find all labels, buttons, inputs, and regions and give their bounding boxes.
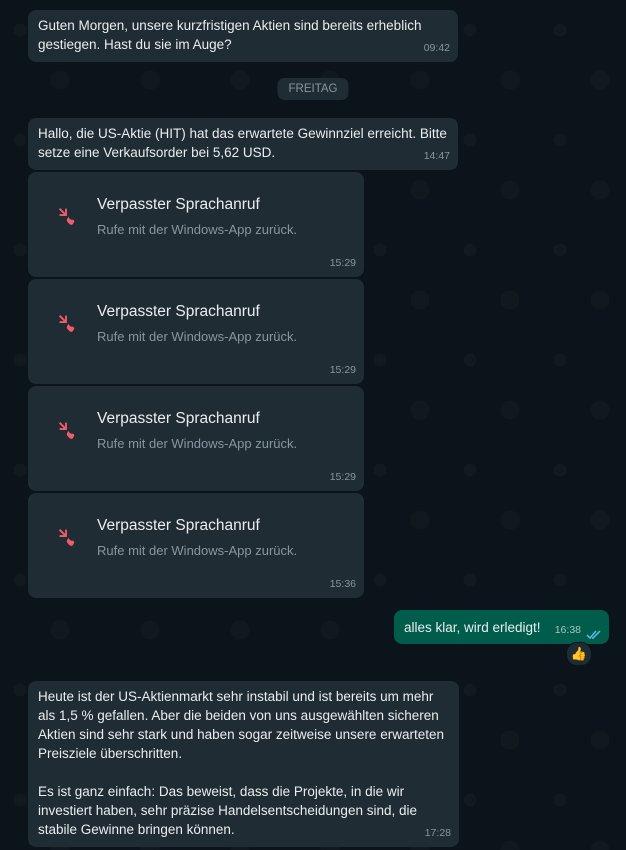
missed-call-card[interactable]: Verpasster Sprachanruf Rufe mit der Wind… bbox=[28, 172, 364, 277]
missed-call-card[interactable]: Verpasster Sprachanruf Rufe mit der Wind… bbox=[28, 279, 364, 384]
missed-call-card[interactable]: Verpasster Sprachanruf Rufe mit der Wind… bbox=[28, 493, 364, 598]
day-separator: FREITAG bbox=[277, 78, 349, 100]
call-subtitle: Rufe mit der Windows-App zurück. bbox=[97, 329, 298, 344]
message-outgoing[interactable]: alles klar, wird erledigt! 16:38 bbox=[394, 610, 609, 644]
missed-call-card[interactable]: Verpasster Sprachanruf Rufe mit der Wind… bbox=[28, 386, 364, 491]
missed-call-icon bbox=[58, 422, 75, 439]
call-title: Verpasster Sprachanruf bbox=[97, 410, 260, 427]
message-time: 15:36 bbox=[329, 578, 356, 590]
call-title: Verpasster Sprachanruf bbox=[97, 517, 260, 534]
double-check-icon bbox=[586, 630, 601, 640]
reaction-thumbs-up-icon[interactable]: 👍 bbox=[566, 642, 592, 666]
message-time: 17:28 bbox=[424, 827, 451, 839]
message-time: 14:47 bbox=[423, 150, 450, 162]
call-subtitle: Rufe mit der Windows-App zurück. bbox=[97, 222, 298, 237]
missed-call-icon bbox=[58, 208, 75, 225]
message-time: 09:42 bbox=[423, 42, 450, 54]
message-text: Guten Morgen, unsere kurzfristigen Aktie… bbox=[38, 18, 426, 52]
message-time: 16:38 bbox=[554, 624, 581, 636]
message-time: 15:29 bbox=[329, 257, 356, 269]
call-title: Verpasster Sprachanruf bbox=[97, 303, 260, 320]
call-subtitle: Rufe mit der Windows-App zurück. bbox=[97, 543, 298, 558]
missed-call-icon bbox=[58, 315, 75, 332]
message-incoming[interactable]: Heute ist der US-Aktienmarkt sehr instab… bbox=[28, 681, 459, 847]
message-incoming[interactable]: Guten Morgen, unsere kurzfristigen Aktie… bbox=[28, 10, 458, 62]
missed-call-icon bbox=[58, 529, 75, 546]
message-time: 15:29 bbox=[329, 471, 356, 483]
message-text: Heute ist der US-Aktienmarkt sehr instab… bbox=[38, 689, 444, 837]
message-incoming[interactable]: Hallo, die US-Aktie (HIT) hat das erwart… bbox=[28, 118, 458, 170]
call-title: Verpasster Sprachanruf bbox=[97, 196, 260, 213]
call-subtitle: Rufe mit der Windows-App zurück. bbox=[97, 436, 298, 451]
message-time: 15:29 bbox=[329, 364, 356, 376]
message-text: Hallo, die US-Aktie (HIT) hat das erwart… bbox=[38, 126, 451, 160]
